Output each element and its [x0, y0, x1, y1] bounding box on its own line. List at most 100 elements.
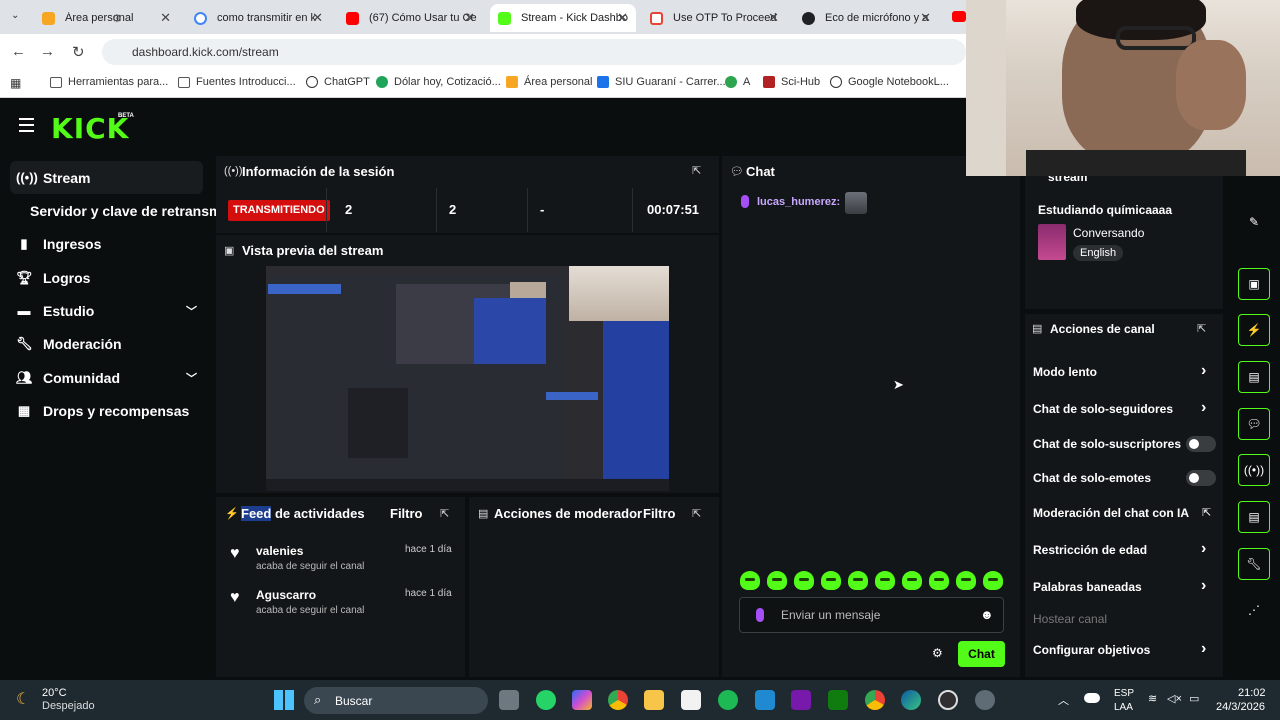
store-icon[interactable] [681, 690, 701, 710]
windows-start-icon[interactable] [274, 690, 294, 710]
bookmark-area-personal[interactable]: Área personal [506, 76, 593, 88]
battery-icon[interactable]: ▭ [1189, 692, 1199, 705]
obs-icon[interactable] [938, 690, 958, 710]
bookmark-chatgpt[interactable]: ChatGPT [306, 76, 370, 88]
reload-icon[interactable]: ↻ [72, 43, 85, 61]
tab-youtube[interactable]: (67) Cómo Usar tu Ce ✕ [338, 4, 483, 32]
settings-icon[interactable] [975, 690, 995, 710]
chrome-icon[interactable] [608, 690, 628, 710]
close-icon[interactable]: ✕ [160, 10, 171, 26]
feed-item-name[interactable]: valenies [256, 544, 303, 558]
wifi-icon[interactable]: ≋ [1148, 692, 1157, 705]
tab-eco-microfono[interactable]: Eco de micrófono y a ✕ [794, 4, 939, 32]
file-explorer-icon[interactable] [644, 690, 664, 710]
settings-icon[interactable]: ⚙ [932, 646, 943, 660]
sidebar-item-servidor[interactable]: Servidor y clave de retransm [10, 194, 221, 227]
emote-icon[interactable] [848, 571, 868, 590]
popout-icon[interactable]: ⇱ [692, 507, 701, 520]
forward-icon[interactable]: → [40, 43, 55, 60]
youtube-icon[interactable] [952, 11, 966, 22]
sidebar-item-logros[interactable]: 🏆︎ Logros [10, 261, 203, 294]
keyboard-layout-1[interactable]: ESP [1114, 688, 1134, 699]
edge-icon[interactable] [901, 690, 921, 710]
tab-kick-dashboard[interactable]: Stream - Kick Dashbo ✕ [490, 4, 636, 32]
channel-actions-icon[interactable]: ▤ [1238, 501, 1270, 533]
back-icon[interactable]: ← [11, 43, 26, 60]
volume-icon[interactable]: ◁× [1167, 692, 1182, 705]
bookmark-fuentes[interactable]: Fuentes Introducci... [178, 76, 296, 88]
site-settings-icon[interactable]: ⚙ [112, 12, 122, 25]
onenote-icon[interactable] [791, 690, 811, 710]
tray-overflow-icon[interactable]: ︿ [1058, 692, 1069, 708]
pencil-icon[interactable]: ✎ [1238, 207, 1270, 239]
toggle-solo-suscriptores[interactable] [1186, 436, 1216, 452]
chevron-right-icon[interactable]: › [1201, 362, 1206, 380]
weather-temp[interactable]: 20°C [42, 687, 67, 699]
lightning-icon[interactable]: ⚡ [1238, 314, 1270, 346]
popout-icon[interactable]: ⇱ [692, 164, 701, 177]
tab-como-transmitir[interactable]: como transmitir en k ✕ [186, 4, 331, 32]
share-icon[interactable]: ⋰ [1238, 595, 1270, 627]
mod-filter-button[interactable]: Filtro [643, 506, 676, 521]
chat-message-input[interactable]: Enviar un mensaje ☻ [739, 597, 1004, 633]
emote-icon[interactable] [794, 571, 814, 590]
action-palabras-baneadas[interactable]: Palabras baneadas [1033, 580, 1142, 594]
emote-icon[interactable] [740, 571, 760, 590]
sidebar-item-drops[interactable]: ▦ Drops y recompensas [10, 394, 203, 427]
chrome-active-icon[interactable] [865, 690, 885, 710]
close-icon[interactable]: ✕ [617, 10, 628, 26]
spotify-icon[interactable] [718, 690, 738, 710]
whatsapp-icon[interactable] [536, 690, 556, 710]
chevron-down-icon[interactable]: ﹀ [186, 370, 197, 386]
close-icon[interactable]: ✕ [768, 10, 779, 26]
toggle-solo-emotes[interactable] [1186, 470, 1216, 486]
chevron-right-icon[interactable]: › [1201, 640, 1206, 658]
chevron-right-icon[interactable]: › [1201, 577, 1206, 595]
document-icon[interactable]: ▤ [1238, 361, 1270, 393]
emote-icon[interactable] [821, 571, 841, 590]
emote-icon[interactable] [902, 571, 922, 590]
menu-icon[interactable] [19, 118, 34, 132]
action-configurar-objetivos[interactable]: Configurar objetivos [1033, 643, 1150, 657]
wrench-icon[interactable]: 🔧︎ [1238, 548, 1270, 580]
close-icon[interactable]: ✕ [464, 10, 475, 26]
chat-username[interactable]: lucas_humerez: [757, 196, 840, 208]
feed-filter-button[interactable]: Filtro [390, 506, 423, 521]
bookmark-a[interactable]: A [725, 76, 750, 88]
chat-bubble-icon[interactable]: 💬︎ [1238, 408, 1270, 440]
action-moderacion-ia[interactable]: Moderación del chat con IA [1033, 506, 1189, 520]
copilot-icon[interactable] [572, 690, 592, 710]
tab-gmail[interactable]: Use OTP To Proceed ✕ [642, 4, 787, 32]
close-icon[interactable]: ✕ [312, 10, 323, 26]
chevron-right-icon[interactable]: › [1201, 540, 1206, 558]
tab-area-personal[interactable]: Área personal ✕ [34, 4, 179, 32]
sidebar-item-ingresos[interactable]: ▮ Ingresos [10, 227, 203, 260]
vscode-icon[interactable] [755, 690, 775, 710]
emoji-icon[interactable]: ☻ [980, 607, 994, 622]
xbox-icon[interactable] [828, 690, 848, 710]
clock-time[interactable]: 21:02 [1238, 687, 1266, 699]
task-view-icon[interactable] [499, 690, 519, 710]
sidebar-item-moderacion[interactable]: 🔧︎ Moderación [10, 327, 203, 360]
sidebar-item-stream[interactable]: ((•)) Stream [10, 161, 203, 194]
chevron-down-icon[interactable]: ﹀ [186, 303, 197, 319]
bookmark-siu[interactable]: SIU Guaraní - Carrer... [597, 76, 726, 88]
feed-item-name[interactable]: Aguscarro [256, 588, 316, 602]
url-field[interactable]: dashboard.kick.com/stream [102, 39, 966, 65]
tab-list-icon[interactable]: ⌄ [11, 10, 19, 21]
stream-preview-video[interactable] [266, 266, 669, 491]
bookmark-herramientas[interactable]: Herramientas para... [50, 76, 168, 88]
action-solo-seguidores[interactable]: Chat de solo-seguidores [1033, 402, 1173, 416]
emote-icon[interactable] [929, 571, 949, 590]
action-restriccion-edad[interactable]: Restricción de edad [1033, 543, 1147, 557]
popout-icon[interactable]: ⇱ [1197, 322, 1206, 335]
taskbar-search[interactable]: ⌕ Buscar [304, 687, 488, 714]
bookmark-notebooklm[interactable]: Google NotebookL... [830, 76, 949, 88]
emote-icon[interactable] [767, 571, 787, 590]
action-modo-lento[interactable]: Modo lento [1033, 365, 1097, 379]
apps-grid-icon[interactable]: ▦ [10, 76, 21, 90]
stream-category[interactable]: Conversando [1073, 226, 1144, 240]
sidebar-item-comunidad[interactable]: 👥︎ Comunidad ﹀ [10, 361, 203, 394]
bookmark-dolar[interactable]: Dólar hoy, Cotizació... [376, 76, 501, 88]
popout-icon[interactable]: ⇱ [440, 507, 449, 520]
